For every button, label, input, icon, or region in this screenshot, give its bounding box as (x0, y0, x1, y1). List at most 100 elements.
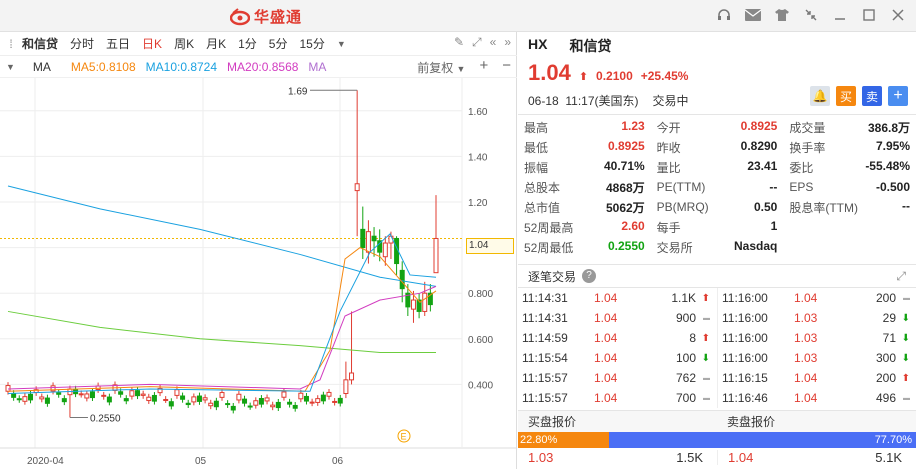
stat-label: 交易所 (656, 240, 693, 255)
period-dropdown-icon[interactable]: ▼ (331, 39, 352, 49)
sell-button[interactable]: 卖 (862, 86, 882, 106)
tab-period-4[interactable]: 月K (200, 35, 232, 52)
add-watchlist-icon[interactable]: + (888, 86, 908, 106)
trade-time: 11:16:00 (722, 351, 768, 365)
trade-price: 1.04 (594, 331, 618, 345)
stats-grid: 最高 1.23 今开 0.8925 成交量 386.8万 最低 0.8925 昨收 0.8290 换… (518, 114, 916, 257)
plus-icon[interactable]: + (479, 58, 488, 76)
adjust-select[interactable]: 前复权 ▼ (417, 59, 465, 76)
buy-button[interactable]: 买 (836, 86, 856, 106)
stat-value: -55.48% (865, 158, 911, 173)
shirt-icon[interactable] (772, 5, 792, 25)
alert-bell-icon[interactable]: 🔔 (810, 86, 830, 106)
stat-cell: 今开 0.8925 (651, 119, 784, 136)
tab-period-1[interactable]: 五日 (100, 35, 136, 52)
stat-value: 2.60 (621, 218, 645, 233)
trade-price: 1.03 (794, 351, 818, 365)
candle-body (151, 394, 157, 402)
stat-value: 1.23 (621, 118, 645, 133)
candle-body (28, 393, 34, 401)
stat-cell: 振幅 40.71% (518, 159, 651, 176)
stat-label: 每手 (656, 220, 681, 235)
tab-period-5[interactable]: 1分 (232, 35, 263, 52)
candle-body (292, 404, 298, 409)
stat-value: Nasdaq (733, 238, 778, 253)
trade-price: 1.04 (794, 391, 818, 405)
trade-time: 11:15:57 (522, 371, 568, 385)
candle-body (61, 398, 67, 403)
trade-price: 1.03 (794, 311, 818, 325)
tab-period-7[interactable]: 15分 (293, 35, 330, 52)
candle-body (208, 402, 214, 407)
trade-time: 11:16:15 (722, 371, 768, 385)
trade-volume: 200 (875, 291, 896, 305)
stat-label: 昨收 (656, 140, 681, 155)
trade-time: 11:15:57 (522, 391, 568, 405)
candle-body (264, 397, 270, 402)
trade-time: 11:15:54 (522, 351, 568, 365)
stat-value: 0.8925 (740, 118, 778, 133)
stat-cell: 成交量 386.8万 (783, 119, 916, 136)
app-logo: 华盛通 (230, 6, 302, 27)
trade-row: 11:15:54 1.04 100 ⬇ (518, 348, 717, 368)
ask-level[interactable]: 1.04 5.1K (717, 450, 916, 465)
mail-icon[interactable] (743, 5, 763, 25)
double-right-icon[interactable]: » (504, 35, 511, 50)
shrink-icon[interactable] (801, 5, 821, 25)
trade-volume: 29 (882, 311, 896, 325)
candle-body (191, 396, 197, 403)
y-tick-label: 0.800 (468, 289, 493, 300)
stat-cell: 52周最低 0.2550 (518, 239, 651, 256)
candle-body (270, 404, 276, 408)
stat-value: 40.71% (603, 158, 645, 173)
tab-period-2[interactable]: 日K (136, 35, 168, 52)
up-arrow-icon: ⬆ (701, 292, 710, 304)
candle-body (433, 237, 439, 274)
tab-period-6[interactable]: 5分 (263, 35, 294, 52)
candle-body (365, 231, 371, 253)
tab-period-0[interactable]: 分时 (64, 35, 100, 52)
panel-grip-icon[interactable]: ⁞ (4, 37, 18, 51)
stat-value: -0.500 (875, 180, 911, 194)
flat-icon: ▬ (703, 394, 710, 402)
candlestick-chart[interactable]: 1.601.401.201.000.8000.6000.4002020-0405… (0, 78, 517, 469)
high-label: 1.69 (288, 86, 308, 97)
candle-body (382, 242, 388, 258)
double-left-icon[interactable]: « (490, 35, 497, 50)
tab-period-3[interactable]: 周K (168, 35, 200, 52)
candle-body (320, 394, 326, 402)
candle-body (213, 400, 219, 408)
stat-label: 52周最高 (524, 220, 574, 235)
trades-title: 逐笔交易 (528, 269, 577, 284)
stat-label: 股息率(TTM) (789, 200, 858, 215)
help-icon[interactable]: ? (582, 269, 597, 283)
close-icon[interactable] (888, 5, 908, 25)
pencil-icon[interactable]: ✎ (454, 35, 464, 50)
candle-body (146, 396, 152, 402)
flat-icon: ▬ (703, 374, 710, 382)
trade-time: 11:14:31 (522, 311, 568, 325)
minus-icon[interactable]: − (502, 58, 511, 76)
headset-icon[interactable] (714, 5, 734, 25)
ma10-short-line (7, 233, 437, 395)
ask-price: 1.04 (728, 450, 754, 465)
ma-collapse-icon[interactable]: ▼ (6, 62, 15, 72)
trades-header: 逐笔交易 ? ⤢ (518, 264, 916, 288)
minimize-icon[interactable] (830, 5, 850, 25)
stat-cell: 总股本 4868万 (518, 179, 651, 196)
bid-level[interactable]: 1.03 1.5K (518, 450, 717, 465)
candle-body (129, 390, 135, 397)
ma-legend: ▼ MA MA5:0.8108 MA10:0.8724 MA20:0.8568 … (0, 56, 517, 78)
title-bar: 华盛通 (0, 0, 916, 32)
ma-label[interactable]: MA (33, 60, 51, 74)
down-arrow-icon: ⬇ (901, 332, 910, 344)
trade-volume: 100 (675, 351, 696, 365)
trade-time: 11:16:00 (722, 291, 768, 305)
candle-body (168, 401, 174, 407)
stat-cell: 股息率(TTM) -- (783, 199, 916, 216)
expand-icon[interactable]: ⤢ (472, 35, 482, 50)
maximize-icon[interactable] (859, 5, 879, 25)
stat-cell: 量比 23.41 (651, 159, 784, 176)
stat-cell: 52周最高 2.60 (518, 219, 651, 236)
fullscreen-icon[interactable]: ⤢ (896, 269, 906, 284)
